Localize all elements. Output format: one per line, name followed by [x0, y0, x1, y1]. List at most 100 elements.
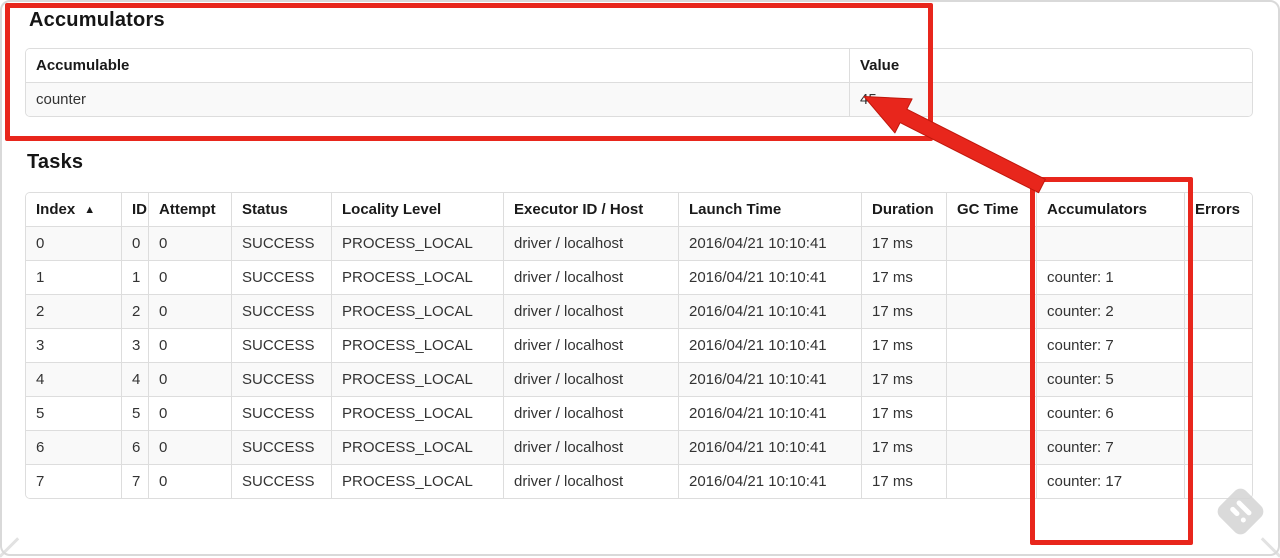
locality-cell: PROCESS_LOCAL — [331, 362, 503, 396]
duration-cell: 17 ms — [861, 430, 946, 464]
task-row: 0 0 0 SUCCESS PROCESS_LOCAL driver / loc… — [26, 226, 1252, 260]
attempt-cell: 0 — [148, 226, 231, 260]
id-cell: 1 — [121, 260, 148, 294]
status-cell: SUCCESS — [231, 430, 331, 464]
attempt-cell: 0 — [148, 464, 231, 498]
column-header-attempt[interactable]: Attempt — [148, 193, 231, 226]
gc-time-cell — [946, 464, 1036, 498]
errors-cell — [1184, 226, 1252, 260]
launch-time-cell: 2016/04/21 10:10:41 — [678, 362, 861, 396]
task-row: 5 5 0 SUCCESS PROCESS_LOCAL driver / loc… — [26, 396, 1252, 430]
task-row: 7 7 0 SUCCESS PROCESS_LOCAL driver / loc… — [26, 464, 1252, 498]
table-header-row: Index ▲ ID Attempt Status Locality Level … — [26, 193, 1252, 226]
launch-time-cell: 2016/04/21 10:10:41 — [678, 294, 861, 328]
id-cell: 4 — [121, 362, 148, 396]
executor-cell: driver / localhost — [503, 396, 678, 430]
accumulators-cell: counter: 5 — [1036, 362, 1184, 396]
executor-cell: driver / localhost — [503, 430, 678, 464]
errors-cell — [1184, 430, 1252, 464]
locality-cell: PROCESS_LOCAL — [331, 464, 503, 498]
duration-cell: 17 ms — [861, 260, 946, 294]
watermark-dot — [1239, 516, 1247, 524]
executor-cell: driver / localhost — [503, 362, 678, 396]
id-cell: 5 — [121, 396, 148, 430]
column-header-id[interactable]: ID — [121, 193, 148, 226]
gc-time-cell — [946, 396, 1036, 430]
launch-time-cell: 2016/04/21 10:10:41 — [678, 226, 861, 260]
index-cell: 0 — [26, 226, 121, 260]
column-header-duration[interactable]: Duration — [861, 193, 946, 226]
duration-cell: 17 ms — [861, 328, 946, 362]
task-row: 3 3 0 SUCCESS PROCESS_LOCAL driver / loc… — [26, 328, 1252, 362]
errors-cell — [1184, 396, 1252, 430]
attempt-cell: 0 — [148, 396, 231, 430]
column-header-status[interactable]: Status — [231, 193, 331, 226]
column-header-index[interactable]: Index ▲ — [26, 193, 121, 226]
status-cell: SUCCESS — [231, 328, 331, 362]
tasks-heading: Tasks — [27, 151, 84, 173]
sort-ascending-icon: ▲ — [84, 204, 96, 216]
gc-time-cell — [946, 260, 1036, 294]
executor-cell: driver / localhost — [503, 464, 678, 498]
accumulable-value-cell: 45 — [849, 82, 1252, 116]
gc-time-cell — [946, 430, 1036, 464]
duration-cell: 17 ms — [861, 396, 946, 430]
launch-time-cell: 2016/04/21 10:10:41 — [678, 464, 861, 498]
executor-cell: driver / localhost — [503, 328, 678, 362]
index-cell: 2 — [26, 294, 121, 328]
locality-cell: PROCESS_LOCAL — [331, 260, 503, 294]
launch-time-cell: 2016/04/21 10:10:41 — [678, 430, 861, 464]
table-header-row: Accumulable Value — [26, 49, 1252, 82]
locality-cell: PROCESS_LOCAL — [331, 294, 503, 328]
launch-time-cell: 2016/04/21 10:10:41 — [678, 396, 861, 430]
attempt-cell: 0 — [148, 362, 231, 396]
locality-cell: PROCESS_LOCAL — [331, 226, 503, 260]
id-cell: 6 — [121, 430, 148, 464]
launch-time-cell: 2016/04/21 10:10:41 — [678, 328, 861, 362]
task-row: 2 2 0 SUCCESS PROCESS_LOCAL driver / loc… — [26, 294, 1252, 328]
status-cell: SUCCESS — [231, 362, 331, 396]
column-header-gc-time[interactable]: GC Time — [946, 193, 1036, 226]
errors-cell — [1184, 260, 1252, 294]
index-cell: 6 — [26, 430, 121, 464]
accumulators-cell: counter: 6 — [1036, 396, 1184, 430]
errors-cell — [1184, 362, 1252, 396]
column-header-locality-level[interactable]: Locality Level — [331, 193, 503, 226]
status-cell: SUCCESS — [231, 226, 331, 260]
spark-stage-details-page: Accumulators Accumulable Value counter 4… — [0, 0, 1280, 558]
table-row: counter 45 — [26, 82, 1252, 116]
duration-cell: 17 ms — [861, 226, 946, 260]
task-row: 6 6 0 SUCCESS PROCESS_LOCAL driver / loc… — [26, 430, 1252, 464]
errors-cell — [1184, 328, 1252, 362]
column-header-value[interactable]: Value — [849, 49, 1252, 82]
column-header-executor-id-host[interactable]: Executor ID / Host — [503, 193, 678, 226]
column-header-launch-time[interactable]: Launch Time — [678, 193, 861, 226]
gc-time-cell — [946, 226, 1036, 260]
executor-cell: driver / localhost — [503, 260, 678, 294]
attempt-cell: 0 — [148, 328, 231, 362]
task-row: 4 4 0 SUCCESS PROCESS_LOCAL driver / loc… — [26, 362, 1252, 396]
gc-time-cell — [946, 328, 1036, 362]
duration-cell: 17 ms — [861, 294, 946, 328]
watermark-stripe — [1229, 505, 1241, 518]
index-cell: 3 — [26, 328, 121, 362]
accumulators-cell — [1036, 226, 1184, 260]
locality-cell: PROCESS_LOCAL — [331, 328, 503, 362]
index-cell: 7 — [26, 464, 121, 498]
column-header-accumulable[interactable]: Accumulable — [26, 49, 849, 82]
column-header-accumulators[interactable]: Accumulators — [1036, 193, 1184, 226]
page-curl-decoration — [0, 537, 20, 558]
task-row: 1 1 0 SUCCESS PROCESS_LOCAL driver / loc… — [26, 260, 1252, 294]
id-cell: 3 — [121, 328, 148, 362]
index-cell: 4 — [26, 362, 121, 396]
index-cell: 5 — [26, 396, 121, 430]
id-cell: 0 — [121, 226, 148, 260]
column-header-errors[interactable]: Errors — [1184, 193, 1252, 226]
locality-cell: PROCESS_LOCAL — [331, 396, 503, 430]
page-curl-decoration — [1260, 537, 1280, 558]
accumulators-cell: counter: 7 — [1036, 430, 1184, 464]
attempt-cell: 0 — [148, 260, 231, 294]
accumulators-cell: counter: 2 — [1036, 294, 1184, 328]
status-cell: SUCCESS — [231, 396, 331, 430]
executor-cell: driver / localhost — [503, 226, 678, 260]
